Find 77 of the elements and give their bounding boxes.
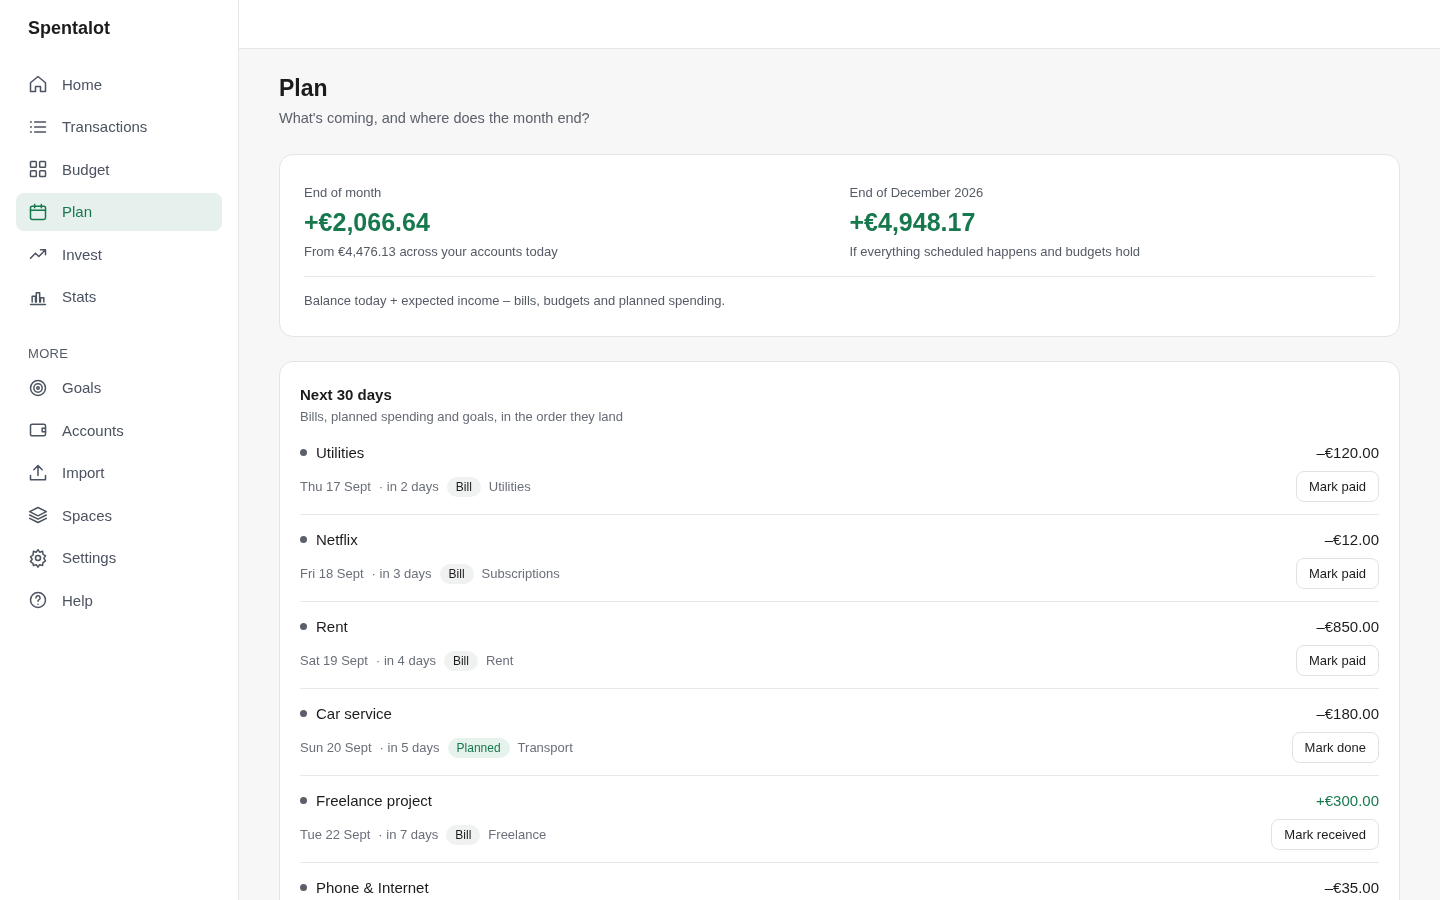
item-category: Transport [517,740,573,755]
item-category: Subscriptions [481,566,560,581]
target-icon [28,377,48,398]
bullet-dot [300,448,307,456]
bullet-dot [300,709,307,717]
nav-item[interactable]: Plan [16,192,222,231]
nav-item[interactable]: Home [16,65,222,103]
item-due: · in 4 days [375,653,436,668]
nav-item[interactable]: Accounts [16,411,222,449]
nav-item[interactable]: Spaces [16,496,222,534]
mark-button[interactable]: Mark paid [1295,558,1379,589]
nav-item[interactable]: Help [16,581,222,619]
item-amount: –€12.00 [1324,530,1379,548]
nav-item[interactable]: Budget [16,150,222,188]
page-subtitle: What's coming, and where does the month end? [279,110,591,126]
settings-icon [28,547,48,568]
bullet-dot [300,883,307,891]
type-tag: Planned [447,737,510,758]
nav-item[interactable]: Stats [16,277,222,316]
home-icon [28,74,48,94]
bullet-dot [300,622,307,630]
item-date: Fri 18 Sept [300,566,364,581]
item-amount: –€850.00 [1316,617,1379,635]
page-title: Plan [279,75,329,102]
item-due: · in 7 days [378,827,439,842]
mark-button[interactable]: Mark done [1291,732,1379,763]
upload-icon [28,462,48,483]
item-category: Freelance [488,827,547,842]
formula-note: Balance today + expected income – bills, budgets and planned spending. [304,293,726,308]
nav-item[interactable]: Goals [16,368,222,407]
section-heading: MORE [28,345,70,361]
section-title: Next 30 days [300,386,393,403]
item-due: · in 3 days [371,566,432,581]
item-name: Freelance project [316,791,432,809]
calendar-icon [28,201,48,222]
item-date: Tue 22 Sept [300,827,371,842]
item-category: Rent [485,653,514,668]
item-name: Rent [316,617,348,635]
item-due: · in 2 days [378,479,439,494]
item-name: Utilities [316,443,365,461]
nav-item[interactable]: Invest [16,235,222,273]
help-icon [28,590,48,610]
item-due: · in 5 days [379,740,440,755]
type-tag: Bill [443,650,478,671]
item-date: Sun 20 Sept [300,740,372,755]
nav-item[interactable]: Import [16,453,222,492]
stat-value: +€4,948.17 [849,208,977,237]
stat-value: +€2,066.64 [304,208,431,237]
grid-icon [28,159,48,179]
item-name: Phone & Internet [316,878,429,896]
item-category: Utilities [488,479,531,494]
type-tag: Bill [439,563,474,584]
bullet-dot [300,796,307,804]
item-amount: +€300.00 [1316,791,1379,809]
nav-item[interactable]: Settings [16,538,222,577]
item-date: Sat 19 Sept [300,653,368,668]
item-name: Car service [316,704,392,722]
type-tag: Bill [446,824,481,845]
item-amount: –€120.00 [1316,443,1379,461]
stat-note: From €4,476.13 across your accounts today [304,244,559,259]
item-amount: –€180.00 [1316,704,1379,722]
mark-button[interactable]: Mark paid [1295,645,1379,676]
item-name: Netflix [316,530,358,548]
mark-button[interactable]: Mark received [1271,819,1379,850]
nav-item[interactable]: Transactions [16,107,222,146]
wallet-icon [28,420,48,440]
app-logo[interactable]: Spentalot [28,18,210,39]
bullet-dot [300,535,307,543]
stat-note: If everything scheduled happens and budgets hold [849,244,1142,259]
type-tag: Bill [446,476,481,497]
section-subtitle: Bills, planned spending and goals, in the order they land [300,409,625,424]
item-date: Thu 17 Sept [300,479,371,494]
item-amount: –€35.00 [1324,878,1379,896]
layers-icon [28,505,48,525]
mark-button[interactable]: Mark paid [1295,471,1379,502]
stat-label: End of month [304,185,383,200]
stat-label: End of December 2026 [849,185,985,200]
